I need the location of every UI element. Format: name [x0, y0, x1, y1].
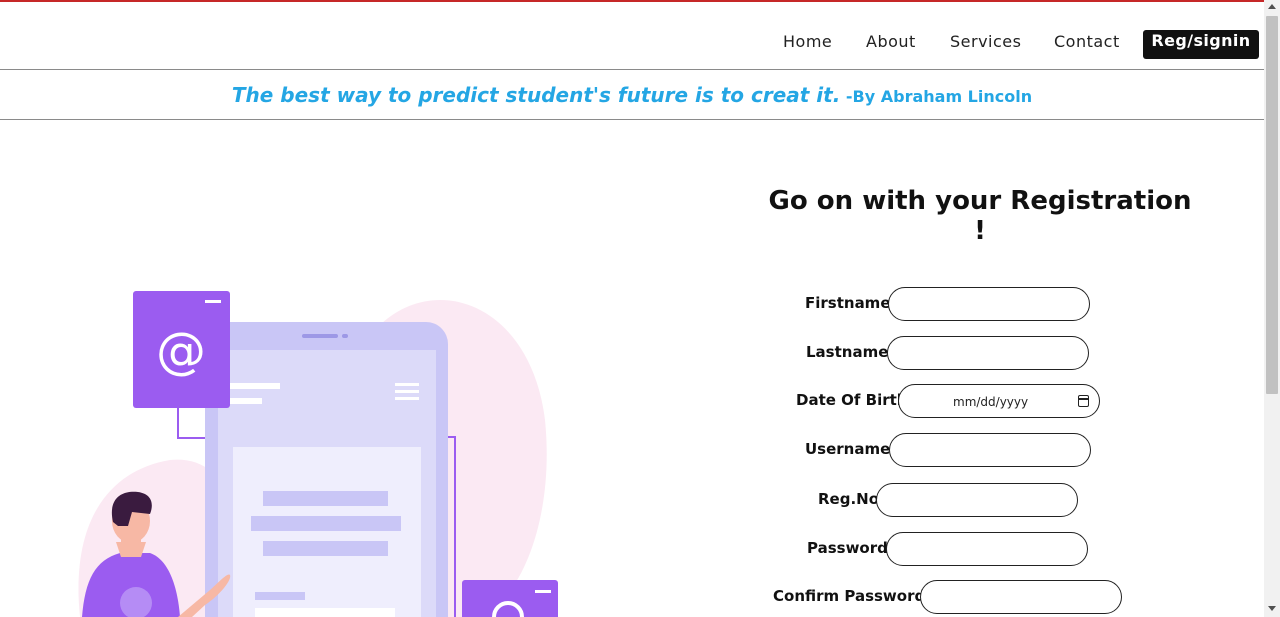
confirm-password-label: Confirm Password: [773, 587, 926, 605]
form-row-username: Username: [805, 433, 1095, 467]
quote-author: -By Abraham Lincoln: [845, 87, 1033, 106]
quote: The best way to predict student's future…: [0, 83, 1264, 107]
scrollbar-thumb[interactable]: [1266, 16, 1278, 394]
email-at-icon: @: [133, 291, 230, 408]
regno-label: Reg.No: [818, 490, 880, 508]
reg-signin-button[interactable]: Reg/signin: [1143, 30, 1259, 59]
email-symbol: @: [156, 322, 206, 380]
form-row-firstname: Firstname: [805, 287, 1095, 321]
lastname-input[interactable]: [887, 336, 1089, 370]
registration-illustration: @: [78, 291, 558, 617]
form-row-date-of-birth: Date Of Birth mm/dd/yyyy: [796, 384, 1106, 418]
nav-about-link[interactable]: About: [866, 32, 916, 51]
scroll-up-arrow-icon[interactable]: [1268, 4, 1276, 9]
form-row-regno: Reg.No: [818, 483, 1083, 517]
form-row-password: Password: [807, 532, 1097, 566]
password-label: Password: [807, 539, 888, 557]
vertical-scrollbar[interactable]: [1264, 0, 1280, 617]
lastname-label: Lastname: [806, 343, 889, 361]
password-input[interactable]: [886, 532, 1088, 566]
form-title: Go on with your Registration !: [768, 186, 1192, 246]
date-of-birth-label: Date Of Birth: [796, 391, 908, 409]
email-card-icon: [462, 580, 558, 617]
calendar-icon[interactable]: [1078, 395, 1089, 407]
username-label: Username: [805, 440, 891, 458]
quote-banner: The best way to predict student's future…: [0, 70, 1264, 120]
quote-text: The best way to predict student's future…: [231, 83, 841, 107]
firstname-label: Firstname: [805, 294, 891, 312]
phone-icon: [205, 322, 448, 617]
regno-input[interactable]: [876, 483, 1078, 517]
form-row-confirm-password: Confirm Password: [773, 580, 1128, 614]
top-navbar: Home About Services Contact Reg/signin: [0, 2, 1264, 70]
scroll-down-arrow-icon[interactable]: [1268, 606, 1276, 611]
form-row-lastname: Lastname: [806, 336, 1096, 370]
nav-home-link[interactable]: Home: [783, 32, 832, 51]
nav-contact-link[interactable]: Contact: [1054, 32, 1120, 51]
firstname-input[interactable]: [888, 287, 1090, 321]
username-input[interactable]: [889, 433, 1091, 467]
nav-services-link[interactable]: Services: [950, 32, 1021, 51]
date-placeholder: mm/dd/yyyy: [953, 395, 1029, 409]
date-of-birth-input[interactable]: mm/dd/yyyy: [898, 384, 1100, 418]
confirm-password-input[interactable]: [920, 580, 1122, 614]
